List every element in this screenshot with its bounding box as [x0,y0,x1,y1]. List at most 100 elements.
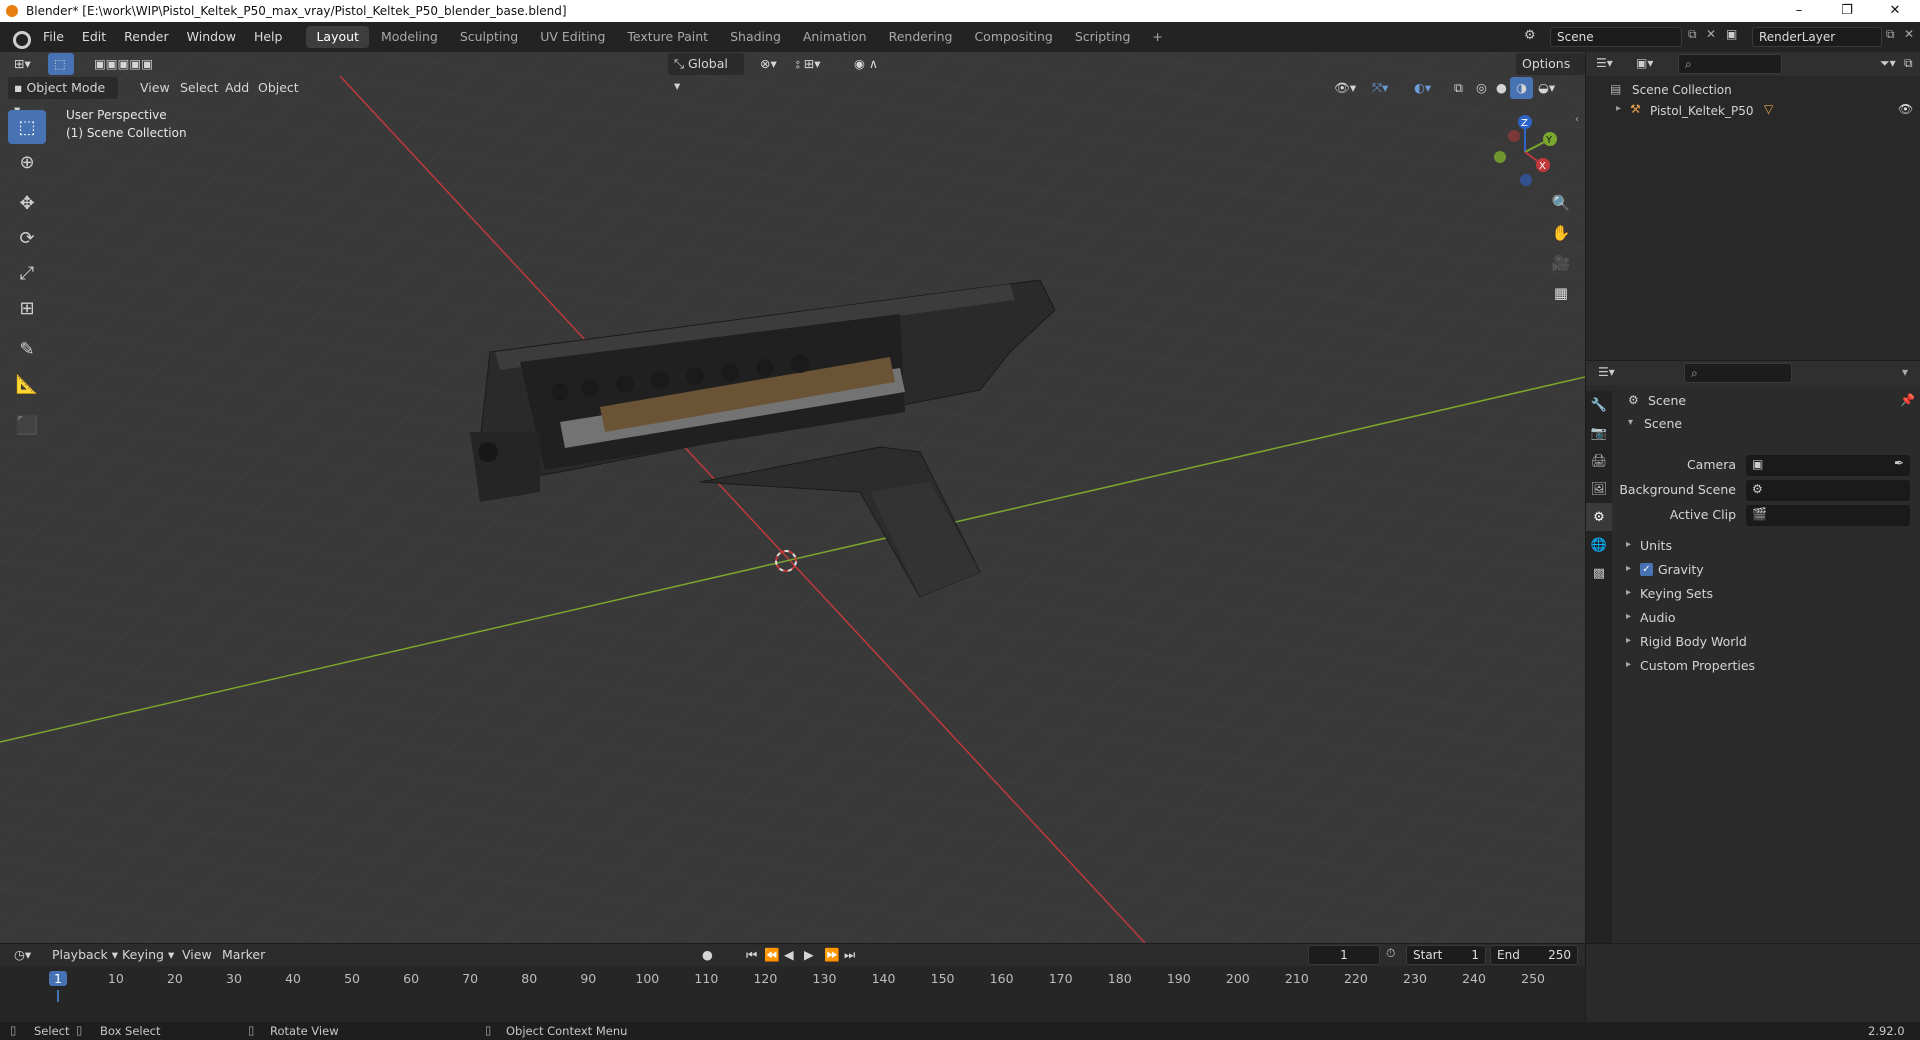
move-tool-icon[interactable]: ✥ [8,186,46,220]
annotate-tool-icon[interactable]: ✎ [8,332,46,366]
zoom-icon[interactable]: 🔍 [1548,190,1574,216]
pivot-point-icon[interactable]: ⊗▾ [754,53,783,75]
eye-icon[interactable]: 👁 [1898,102,1913,116]
scale-tool-icon[interactable]: ⤢ [8,256,46,290]
restore-button[interactable]: ❐ [1824,0,1870,22]
properties-search-input[interactable]: ⌕ [1684,363,1792,383]
pistol-model[interactable] [0,52,1585,943]
tab-compositing[interactable]: Compositing [964,26,1062,48]
overlay-toggle-icon[interactable]: ◐▾ [1408,77,1437,99]
background-scene-field[interactable]: ⚙ [1746,480,1910,501]
new-scene-icon[interactable]: ⧉ [1688,27,1697,42]
frame-ruler[interactable]: 1 10 20 30 40 50 60 70 80 90 100 110 120 130 140 150 160… [0,944,1585,1002]
camera-view-icon[interactable]: 🎥 [1548,250,1574,276]
sidebar-toggle-icon[interactable]: ‹ [1575,114,1579,125]
outliner-root-label[interactable]: Scene Collection [1632,83,1732,97]
filter-icon[interactable]: ⏷▾ [1880,56,1896,71]
tab-rendering[interactable]: Rendering [879,26,963,48]
editor-type-icon[interactable]: ⊞▾ [8,53,37,75]
section-audio[interactable]: ▸ Audio [1622,607,1912,629]
ortho-toggle-icon[interactable]: ▦ [1548,280,1574,306]
select-mode-icon[interactable]: ⬚ [48,53,74,75]
blender-logo-icon[interactable] [10,28,31,49]
delete-scene-icon[interactable]: ✕ [1706,27,1716,41]
xray-toggle-icon[interactable]: ⧉ [1448,77,1469,99]
viewport-menu-view[interactable]: View [134,77,176,99]
new-collection-icon[interactable]: ⧉ [1904,56,1913,71]
visibility-icon[interactable]: 👁▾ [1328,77,1362,99]
shading-rendered-icon[interactable]: ◒▾ [1532,77,1561,99]
section-keying-sets[interactable]: ▸ Keying Sets [1622,583,1912,605]
section-rigid-body-world[interactable]: ▸ Rigid Body World [1622,631,1912,653]
transform-orientation-dropdown[interactable]: ⤡ Global ▾ [668,53,744,93]
menu-edit[interactable]: Edit [73,22,115,52]
menu-render[interactable]: Render [115,22,178,52]
tab-texture-paint[interactable]: Texture Paint [617,26,718,48]
menu-help[interactable]: Help [245,22,292,52]
renderlayer-selector[interactable]: RenderLayer [1752,27,1882,47]
transform-tool-icon[interactable]: ⊞ [8,291,46,325]
navigation-gizmo[interactable]: Z Y X [1480,112,1570,192]
viewport-menu-object[interactable]: Object [252,77,305,99]
outliner-search-input[interactable]: ⌕ [1678,54,1782,74]
expand-keying-sets-icon[interactable]: ▸ [1626,587,1631,598]
section-units[interactable]: ▸ Units [1622,535,1912,557]
cursor-tool-icon[interactable]: ⊕ [8,145,46,179]
tab-shading[interactable]: Shading [720,26,791,48]
tool-tab-icon[interactable]: 🔧 [1586,391,1612,419]
expand-audio-icon[interactable]: ▸ [1626,611,1631,622]
menu-file[interactable]: File [34,22,73,52]
add-cube-tool-icon[interactable]: ⬛ [8,408,46,442]
new-view-layer-icon[interactable]: ⧉ [1886,27,1895,42]
object-mode-dropdown[interactable]: ▪ Object Mode ▾ [8,77,118,117]
expand-units-icon[interactable]: ▸ [1626,539,1631,550]
snap-icon[interactable]: ⦂ ⊞▾ [790,53,826,75]
gizmo-toggle-icon[interactable]: ⤧▾ [1366,77,1394,99]
pin-icon[interactable]: 📌 [1900,393,1915,407]
view-layer-icon[interactable]: ▣ [1726,27,1737,41]
outliner-editor-type-icon[interactable]: ☰▾ [1596,56,1613,70]
section-custom-properties[interactable]: ▸ Custom Properties [1622,655,1912,677]
expand-rigid-body-icon[interactable]: ▸ [1626,635,1631,646]
tab-modeling[interactable]: Modeling [371,26,448,48]
tab-scripting[interactable]: Scripting [1065,26,1141,48]
gravity-checkbox[interactable]: ✓ [1640,563,1653,576]
close-button[interactable]: ✕ [1872,0,1918,22]
active-clip-field[interactable]: 🎬 [1746,505,1910,526]
texture-tab-icon[interactable]: ▩ [1586,559,1612,587]
camera-field[interactable]: ▣ ✒ [1746,455,1910,476]
section-gravity[interactable]: ▸ ✓ Gravity [1622,559,1912,581]
viewport-menu-select[interactable]: Select [174,77,225,99]
display-mode-icon[interactable]: ▣▾ [1636,56,1653,70]
viewport-menu-add[interactable]: Add [219,77,255,99]
scene-icon[interactable]: ⚙ [1524,28,1544,46]
tab-layout[interactable]: Layout [306,26,369,48]
tab-uv-editing[interactable]: UV Editing [530,26,615,48]
world-tab-icon[interactable]: 🌐 [1586,531,1612,559]
add-workspace-button[interactable]: + [1142,26,1172,48]
panel-collapse-icon[interactable]: ▾ [1628,417,1633,428]
menu-window[interactable]: Window [178,22,245,52]
outliner-item[interactable]: ▸ ⚒ Pistol_Keltek_P50 ▽ 👁 [1586,102,1920,122]
options-dropdown[interactable]: Options ▾ [1516,53,1585,93]
proportional-edit-icon[interactable]: ◉ ∧ [848,53,884,75]
scene-panel-title[interactable]: Scene [1644,416,1682,431]
tab-sculpting[interactable]: Sculpting [450,26,528,48]
delete-view-layer-icon[interactable]: ✕ [1904,27,1914,41]
select-box-tool-icon[interactable]: ⬚ [8,110,46,144]
scene-selector[interactable]: Scene [1550,27,1682,47]
pan-hand-icon[interactable]: ✋ [1548,220,1574,246]
tab-animation[interactable]: Animation [793,26,877,48]
render-tab-icon[interactable]: 📷 [1586,419,1612,447]
measure-tool-icon[interactable]: 📐 [8,367,46,401]
expand-arrow-icon[interactable]: ▸ [1616,103,1621,114]
expand-gravity-icon[interactable]: ▸ [1626,563,1631,574]
expand-custom-properties-icon[interactable]: ▸ [1626,659,1631,670]
shading-material-icon[interactable]: ◑ [1510,77,1533,99]
selection-modes-icon[interactable]: ▣▣▣▣▣ [88,53,159,75]
rotate-tool-icon[interactable]: ⟳ [8,221,46,255]
minimize-button[interactable]: – [1776,0,1822,22]
properties-options-icon[interactable]: ▾ [1902,365,1908,379]
properties-editor-type-icon[interactable]: ☰▾ [1598,365,1615,379]
3d-viewport[interactable]: ⊞▾ ⬚ ▣▣▣▣▣ ⤡ Global ▾ ⊗▾ ⦂ ⊞▾ ◉ ∧ Option… [0,52,1585,943]
